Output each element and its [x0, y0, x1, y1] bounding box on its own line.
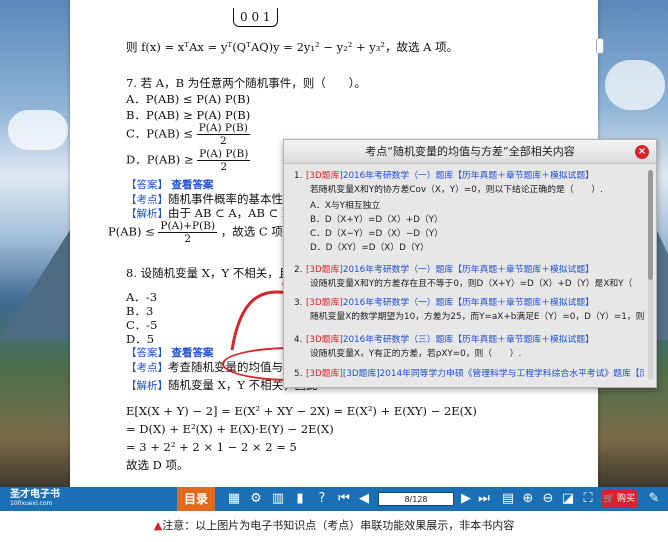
help-icon[interactable]: ? [314, 491, 330, 507]
reader-toolbar: 圣才电子书 100xuexi.com 目录 ▦ ⚙ ▥ ▮ ? ⏮ ◀ 8/12… [0, 487, 668, 511]
thumbnails-icon[interactable]: ▦ [226, 491, 242, 507]
prev-page-icon[interactable]: ◀ [356, 491, 372, 507]
toc-button[interactable]: 目录 [177, 487, 215, 511]
buy-button[interactable]: 🛒 购买 [601, 490, 637, 508]
brand-logo: 圣才电子书 100xuexi.com [10, 489, 60, 507]
fit-width-icon[interactable]: ◪ [560, 491, 576, 507]
popup-scrollbar[interactable] [648, 170, 653, 380]
fullscreen-icon[interactable]: ⛶ [580, 491, 596, 507]
gear-icon[interactable]: ⚙ [248, 491, 264, 507]
related-content-popup: 考点“随机变量的均值与方差”全部相关内容 × 1. [3D题库]2016年考研数… [283, 139, 657, 388]
page-number-input[interactable]: 8/128 [378, 492, 454, 506]
next-page-icon[interactable]: ▶ [458, 491, 474, 507]
last-page-icon[interactable]: ⏭ [476, 491, 492, 507]
bookmarks-icon[interactable]: ▥ [270, 491, 286, 507]
two-page-icon[interactable]: ▤ [500, 491, 516, 507]
scrollbar-thumb[interactable] [648, 170, 653, 280]
popup-title: 考点“随机变量的均值与方差”全部相关内容 [365, 145, 575, 158]
edit-icon[interactable]: ✎ [646, 491, 662, 507]
footer-note: ▲注意：以上图片为电子书知识点（考点）串联功能效果展示，非本书内容 [153, 519, 515, 532]
bookmark-icon[interactable]: ▮ [292, 491, 308, 507]
close-icon[interactable]: × [635, 145, 649, 159]
popup-header: 考点“随机变量的均值与方差”全部相关内容 × [284, 140, 656, 164]
zoom-in-icon[interactable]: ⊕ [520, 491, 536, 507]
first-page-icon[interactable]: ⏮ [336, 491, 352, 507]
warning-triangle-icon: ▲ [153, 519, 163, 532]
popup-list: 1. [3D题库]2016年考研数学（一）题库【历年真题＋章节题库＋模拟试题】 … [294, 171, 644, 379]
zoom-out-icon[interactable]: ⊖ [540, 491, 556, 507]
